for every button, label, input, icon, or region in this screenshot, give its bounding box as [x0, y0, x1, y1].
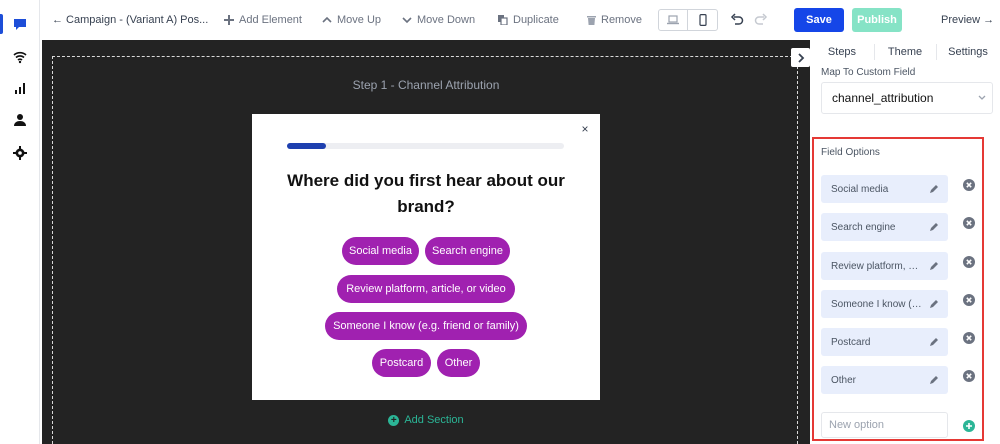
progress-bar: [287, 143, 564, 149]
move-down-label: Move Down: [417, 14, 476, 26]
remove-circle-icon[interactable]: [963, 217, 975, 229]
new-option-input[interactable]: New option: [821, 412, 948, 438]
redo-icon[interactable]: [754, 13, 768, 27]
copy-icon: [498, 15, 508, 25]
chevron-down-icon: [402, 17, 412, 24]
field-option-text: Someone I know (e.g. friend or family): [831, 298, 923, 310]
tab-divider: [936, 44, 937, 60]
preview-link[interactable]: Preview →: [941, 0, 994, 40]
add-section-button[interactable]: + Add Section: [42, 414, 810, 426]
option-other[interactable]: Other: [437, 349, 480, 377]
option-social-media[interactable]: Social media: [342, 237, 419, 265]
add-option-icon[interactable]: [963, 420, 975, 432]
popup-modal[interactable]: × Where did you first hear about our bra…: [252, 114, 600, 400]
chart-icon[interactable]: [12, 80, 28, 96]
left-rail: [0, 0, 40, 444]
remove-circle-icon[interactable]: [963, 179, 975, 191]
pencil-icon[interactable]: [929, 337, 939, 347]
add-element-button[interactable]: Add Element: [224, 0, 302, 40]
remove-circle-icon[interactable]: [963, 332, 975, 344]
step-title: Step 1 - Channel Attribution: [352, 78, 500, 92]
pencil-icon[interactable]: [929, 261, 939, 271]
publish-button[interactable]: Publish: [852, 8, 902, 32]
field-option-item[interactable]: Other: [821, 366, 948, 394]
user-icon[interactable]: [12, 112, 28, 128]
remove-circle-icon[interactable]: [963, 294, 975, 306]
device-toggle: [658, 9, 718, 31]
duplicate-label: Duplicate: [513, 14, 559, 26]
active-indicator: [0, 14, 3, 34]
progress-fill: [287, 143, 326, 149]
tab-theme[interactable]: Theme: [874, 40, 936, 64]
option-postcard[interactable]: Postcard: [372, 349, 431, 377]
field-option-text: Social media: [831, 183, 889, 195]
back-campaign-link[interactable]: ← Campaign - (Variant A) Pos...: [52, 0, 208, 40]
field-option-text: Search engine: [831, 221, 896, 233]
pencil-icon[interactable]: [929, 184, 939, 194]
gear-icon[interactable]: [12, 145, 28, 161]
map-custom-field-label: Map To Custom Field: [821, 67, 916, 78]
laptop-icon: [667, 15, 679, 25]
pencil-icon[interactable]: [929, 299, 939, 309]
field-option-item[interactable]: Review platform, article, or video: [821, 252, 948, 280]
option-review-platform[interactable]: Review platform, article, or video: [337, 275, 515, 303]
add-element-label: Add Element: [239, 14, 302, 26]
pencil-icon[interactable]: [929, 222, 939, 232]
pencil-icon[interactable]: [929, 375, 939, 385]
remove-button[interactable]: Remove: [587, 0, 642, 40]
properties-panel: Steps Theme Settings Map To Custom Field…: [810, 40, 1000, 444]
close-icon[interactable]: ×: [578, 122, 592, 136]
undo-icon[interactable]: [730, 13, 744, 27]
option-someone-i-know[interactable]: Someone I know (e.g. friend or family): [325, 312, 527, 340]
custom-field-select[interactable]: channel_attribution: [821, 82, 993, 114]
remove-circle-icon[interactable]: [963, 256, 975, 268]
field-option-text: Review platform, article, or video: [831, 260, 923, 272]
remove-label: Remove: [601, 14, 642, 26]
move-up-label: Move Up: [337, 14, 382, 26]
add-section-label: Add Section: [404, 414, 464, 426]
save-button[interactable]: Save: [794, 8, 844, 32]
phone-icon: [698, 14, 707, 26]
mobile-view-button[interactable]: [688, 10, 717, 30]
trash-icon: [587, 16, 596, 25]
field-options-label: Field Options: [821, 147, 880, 158]
field-option-text: Postcard: [831, 336, 871, 348]
chevron-down-icon: [978, 95, 986, 100]
chevron-up-icon: [322, 16, 332, 23]
tab-settings[interactable]: Settings: [936, 40, 1000, 64]
chevron-right-icon: [797, 52, 804, 63]
move-up-button[interactable]: Move Up: [322, 0, 381, 40]
custom-field-value: channel_attribution: [832, 91, 934, 105]
wifi-icon[interactable]: [12, 48, 28, 64]
field-option-item[interactable]: Search engine: [821, 213, 948, 241]
question-heading[interactable]: Where did you first hear about our brand…: [272, 168, 580, 220]
editor-toolbar: ← Campaign - (Variant A) Pos... Add Elem…: [40, 0, 1000, 40]
panel-tabs: Steps Theme Settings: [810, 40, 1000, 64]
remove-circle-icon[interactable]: [963, 370, 975, 382]
chat-icon[interactable]: [12, 16, 28, 32]
duplicate-button[interactable]: Duplicate: [498, 0, 559, 40]
field-option-item[interactable]: Someone I know (e.g. friend or family): [821, 290, 948, 318]
app-root: ← Campaign - (Variant A) Pos... Add Elem…: [0, 0, 1000, 444]
move-down-button[interactable]: Move Down: [402, 0, 475, 40]
tab-divider: [874, 44, 875, 60]
option-search-engine[interactable]: Search engine: [425, 237, 510, 265]
field-option-item[interactable]: Social media: [821, 175, 948, 203]
collapse-panel-button[interactable]: [791, 48, 810, 67]
editor-canvas[interactable]: Step 1 - Channel Attribution × Where did…: [42, 40, 810, 444]
tab-steps[interactable]: Steps: [810, 40, 874, 64]
field-option-text: Other: [831, 374, 857, 386]
add-circle-icon: +: [388, 414, 400, 426]
field-option-item[interactable]: Postcard: [821, 328, 948, 356]
plus-icon: [224, 15, 234, 25]
desktop-view-button[interactable]: [659, 10, 689, 30]
